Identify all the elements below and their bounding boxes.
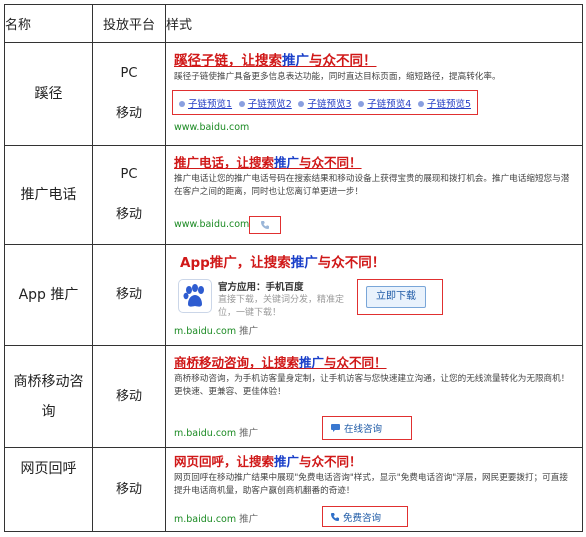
baidu-paw-icon — [183, 284, 204, 307]
sublink[interactable]: 子链预览1 — [179, 96, 232, 110]
ad-preview: 商桥移动咨询，让搜索推广与众不同！ 商桥移动咨询，为手机访客量身定制，让手机访客… — [165, 345, 583, 448]
row-name: 推广电话 — [4, 145, 93, 245]
row-name: 商桥移动咨询 — [4, 345, 93, 448]
header-platform: 投放平台 — [92, 4, 166, 43]
consult-button[interactable]: 在线咨询 — [330, 421, 382, 435]
table-row: 商桥移动咨询 移动 商桥移动咨询，让搜索推广与众不同！ 商桥移动咨询，为手机访客… — [4, 345, 583, 448]
platform-label: 移动 — [115, 388, 142, 404]
row-name: App 推广 — [4, 244, 93, 346]
table-row: 网页回呼 移动 网页回呼，让搜索推广与众不同！ 网页回呼在移动推广结果中展现"免… — [4, 447, 583, 532]
ad-description: 蹊径子链使推广具备更多信息表达功能，同时直达目标页面，缩短路径，提高转化率。 — [174, 72, 501, 82]
ad-description: 推广电话让您的推广电话号码在搜索结果和移动设备上获得宝贵的展现和拨打机会。推广电… — [174, 174, 570, 197]
ad-styles-table-page: 名称 投放平台 样式 蹊径 PC 移动 蹊径子链，让搜索推广与众不同！ 蹊径子链… — [0, 0, 586, 537]
row-platforms: PC 移动 — [92, 42, 166, 146]
ad-title[interactable]: App推广，让搜索推广与众不同！ — [180, 251, 576, 271]
bullet-icon — [179, 101, 185, 107]
ad-title[interactable]: 蹊径子链，让搜索推广与众不同！ — [174, 49, 576, 69]
sublinks-box: 子链预览1 子链预览2 子链预览3 子链预览4 子链预览5 — [172, 90, 478, 115]
baidu-paw-icon — [178, 279, 212, 313]
ad-description: 直接下载，关键词分发，精准定位，一键下载！ — [218, 295, 345, 318]
ad-preview: App推广，让搜索推广与众不同！ 官方应用：手机百度 直接下载，关键词分发，精准… — [165, 244, 583, 346]
platform-label: PC — [120, 167, 138, 182]
platform-label: 移动 — [115, 207, 142, 222]
bullet-icon — [238, 101, 245, 107]
phone-button[interactable] — [249, 216, 281, 234]
sublink[interactable]: 子链预览5 — [417, 96, 471, 110]
ad-preview: 推广电话，让搜索推广与众不同！ 推广电话让您的推广电话号码在搜索结果和移动设备上… — [165, 145, 583, 245]
row-name: 网页回呼 — [4, 447, 93, 532]
row-platforms: 移动 — [92, 345, 166, 448]
ad-description: 商桥移动咨询，为手机访客量身定制，让手机访客与您快速建立沟通，让您的无线流量转化… — [174, 374, 570, 397]
phone-icon — [331, 513, 339, 521]
sublink[interactable]: 子链预览2 — [238, 96, 292, 110]
row-platforms: 移动 — [92, 447, 166, 532]
bullet-icon — [358, 101, 365, 107]
ad-title[interactable]: 网页回呼，让搜索推广与众不同！ — [174, 451, 576, 470]
table-row: 蹊径 PC 移动 蹊径子链，让搜索推广与众不同！ 蹊径子链使推广具备更多信息表达… — [4, 42, 583, 146]
bullet-icon — [417, 101, 424, 107]
callback-button[interactable]: 免费咨询 — [330, 510, 381, 524]
ad-url[interactable]: m.baidu.com 推广 — [174, 511, 258, 525]
ad-url[interactable]: www.baidu.com — [174, 219, 249, 230]
sublink[interactable]: 子链预览4 — [358, 96, 411, 110]
platform-label: 移动 — [115, 481, 142, 497]
table-row: 推广电话 PC 移动 推广电话，让搜索推广与众不同！ 推广电话让您的推广电话号码… — [4, 145, 583, 245]
download-button[interactable]: 立即下载 — [366, 286, 426, 308]
row-name: 蹊径 — [4, 42, 93, 146]
table-row: App 推广 移动 App推广，让搜索推广与众不同！ 官方应用：手机百度 直接下… — [4, 244, 583, 346]
ad-description: 网页回呼在移动推广结果中展现"免费电话咨询"样式，显示"免费电话咨询"浮层，网民… — [174, 473, 568, 496]
ad-title[interactable]: 商桥移动咨询，让搜索推广与众不同！ — [174, 352, 576, 371]
header-name: 名称 — [4, 4, 93, 43]
bullet-icon — [298, 101, 305, 107]
ad-url[interactable]: m.baidu.com 推广 — [174, 323, 258, 337]
table-header-row: 名称 投放平台 样式 — [4, 4, 583, 43]
chat-icon — [331, 424, 340, 432]
platform-label: 移动 — [115, 106, 142, 121]
ad-title[interactable]: 推广电话，让搜索推广与众不同！ — [174, 152, 576, 171]
phone-icon — [261, 221, 269, 229]
ad-preview: 蹊径子链，让搜索推广与众不同！ 蹊径子链使推广具备更多信息表达功能，同时直达目标… — [165, 42, 583, 146]
header-style: 样式 — [165, 4, 583, 43]
platform-label: PC — [120, 66, 138, 81]
row-platforms: PC 移动 — [92, 145, 166, 245]
ad-url[interactable]: www.baidu.com — [174, 122, 249, 133]
sublink[interactable]: 子链预览3 — [298, 96, 352, 110]
ad-preview: 网页回呼，让搜索推广与众不同！ 网页回呼在移动推广结果中展现"免费电话咨询"样式… — [165, 447, 583, 532]
ad-styles-table: 名称 投放平台 样式 蹊径 PC 移动 蹊径子链，让搜索推广与众不同！ 蹊径子链… — [4, 4, 583, 532]
platform-label: 移动 — [115, 287, 142, 302]
ad-url[interactable]: m.baidu.com 推广 — [174, 425, 258, 439]
app-label: 官方应用：手机百度 — [218, 282, 304, 293]
row-platforms: 移动 — [92, 244, 166, 346]
